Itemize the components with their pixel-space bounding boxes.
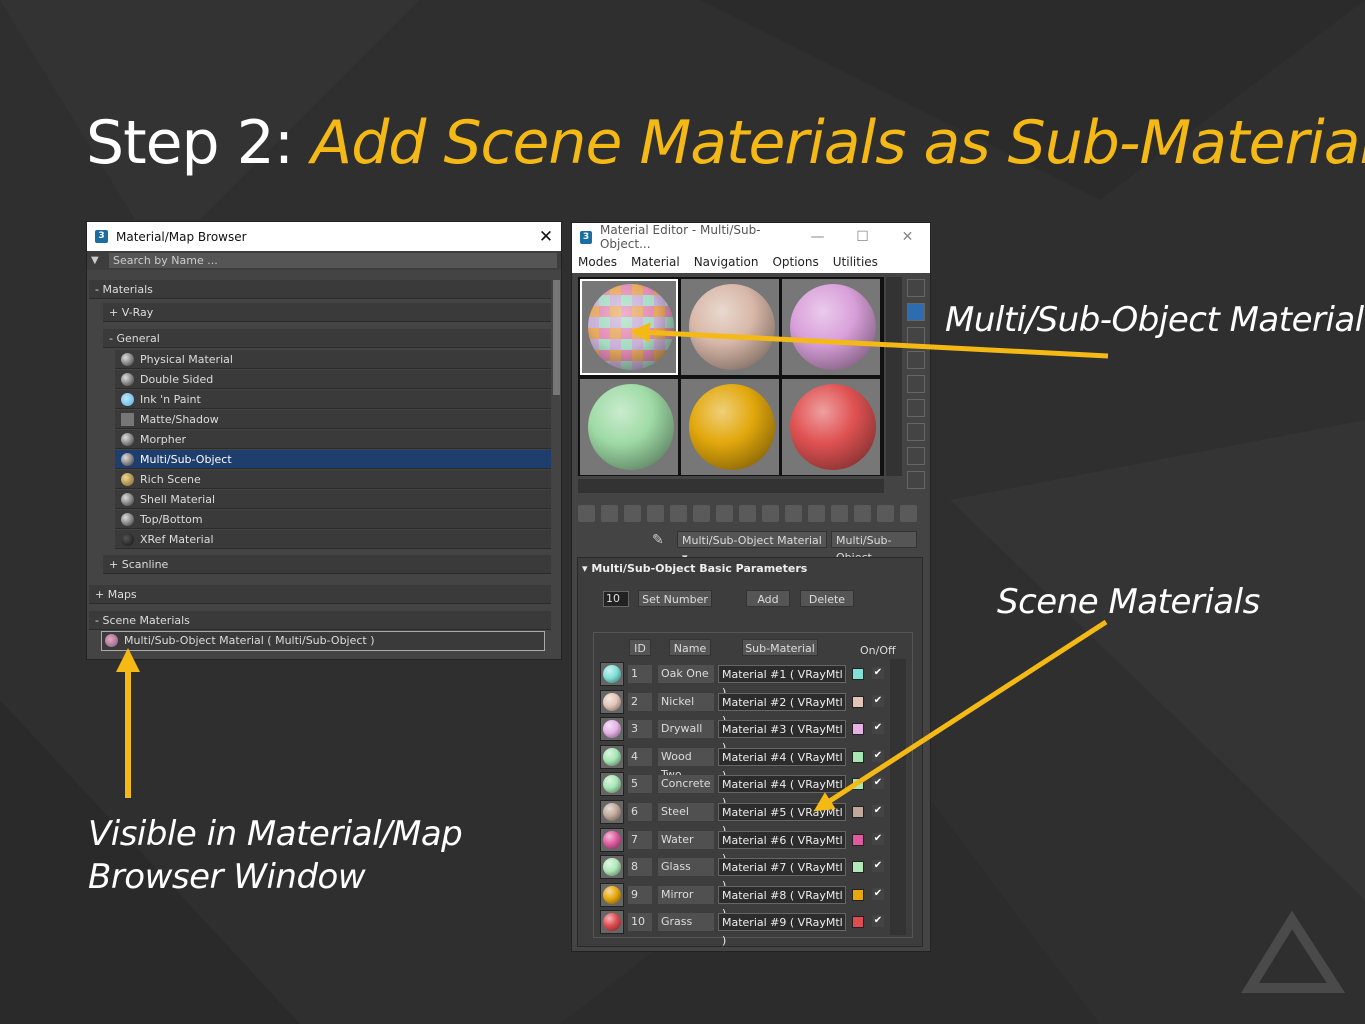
logo-triangle-icon — [1241, 910, 1346, 993]
callout-arrows — [116, 322, 1346, 993]
arrow-to-multi-slot — [630, 322, 1109, 359]
arrow-to-scene-materials — [813, 619, 1108, 812]
